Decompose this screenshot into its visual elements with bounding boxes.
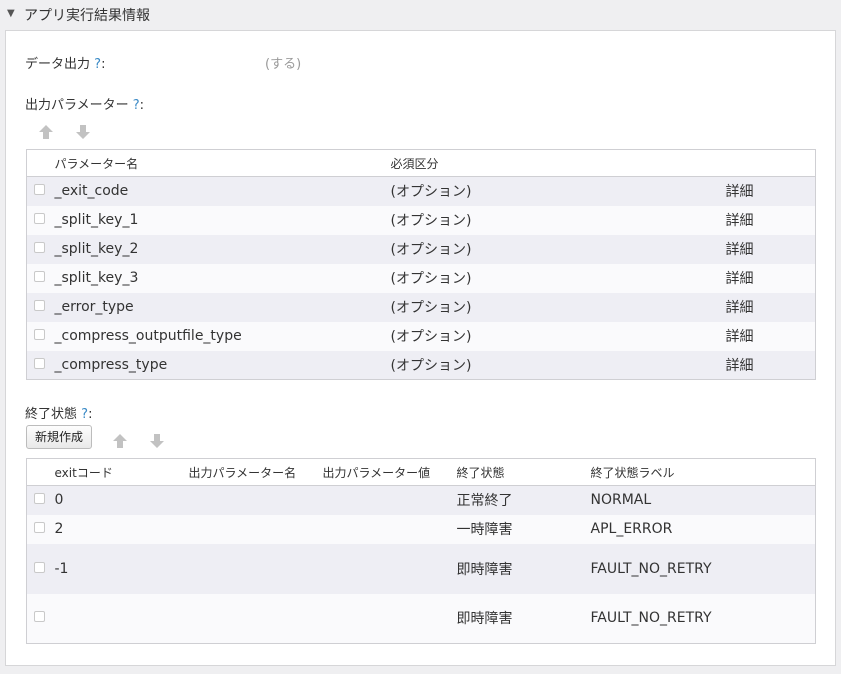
required-cell: (オプション) [390,263,726,293]
output-params-label-row: 出力パラメーター ?: [25,94,144,113]
required-cell: (オプション) [390,350,726,380]
exit-code-cell: -1 [54,543,189,594]
exit-status-label-column-header: 終了状態ラベル [590,458,816,486]
row-checkbox[interactable] [34,329,45,340]
output-params-label: 出力パラメーター [25,98,129,113]
output-param-name-cell [188,593,323,644]
row-checkbox[interactable] [34,300,45,311]
select-column-header [26,149,55,177]
table-row: _split_key_2 (オプション) 詳細 [26,234,816,264]
exit-status-column-header: 終了状態 [456,458,591,486]
new-create-button[interactable]: 新規作成 [26,425,93,449]
output-params-help-icon[interactable]: ? [133,98,140,113]
exit-status-cell: 正常終了 [456,485,591,515]
table-row: -1 即時障害 FAULT_NO_RETRY [26,543,816,594]
exit-status-header-row: exitコード 出力パラメーター名 出力パラメーター値 終了状態 終了状態ラベル [26,458,816,486]
required-cell: (オプション) [390,176,726,206]
exit-status-table: exitコード 出力パラメーター名 出力パラメーター値 終了状態 終了状態ラベル… [26,458,816,644]
exit-status-label-row: 終了状態 ?: [25,403,92,422]
detail-link[interactable]: 詳細 [725,205,816,235]
param-name-cell: _split_key_2 [54,234,391,264]
param-name-cell: _error_type [54,292,391,322]
table-row: 0 正常終了 NORMAL [26,485,816,515]
exit-status-label-cell: NORMAL [590,485,816,515]
table-row: _split_key_1 (オプション) 詳細 [26,205,816,235]
output-param-value-column-header: 出力パラメーター値 [322,458,457,486]
section-panel: データ出力 ?: (する) 出力パラメーター ?: パラメーター名 必須区分 _… [5,30,836,666]
table-row: _compress_type (オプション) 詳細 [26,350,816,380]
output-param-value-cell [322,543,457,594]
param-name-column-header: パラメーター名 [54,149,391,177]
exit-status-label-cell: FAULT_NO_RETRY [590,610,712,627]
row-checkbox[interactable] [34,493,45,505]
detail-link[interactable]: 詳細 [725,263,816,293]
move-down-icon[interactable] [149,433,165,449]
row-checkbox[interactable] [34,522,45,533]
move-up-icon[interactable] [112,433,128,449]
detail-column-header [725,149,816,177]
exit-status-cell: 一時障害 [456,514,591,544]
select-column-header [26,458,55,486]
output-param-name-cell [188,485,323,515]
output-param-name-column-header: 出力パラメーター名 [188,458,323,486]
exit-code-cell: 0 [54,485,189,515]
table-row: _split_key_3 (オプション) 詳細 [26,263,816,293]
param-name-cell: _compress_type [54,350,391,380]
param-name-cell: _compress_outputfile_type [54,321,391,351]
table-row: 2 一時障害 APL_ERROR [26,514,816,544]
output-param-value-cell [322,514,457,544]
detail-link[interactable]: 詳細 [725,321,816,351]
row-checkbox[interactable] [34,561,45,573]
output-param-name-cell [188,543,323,594]
required-cell: (オプション) [390,321,726,351]
row-checkbox[interactable] [34,184,45,196]
exit-code-cell: 2 [54,514,189,544]
row-checkbox[interactable] [34,242,45,253]
exit-status-label-wrap-cell: FAULT_NO_RETRY [590,593,816,644]
exit-status-cell: 即時障害 [456,593,591,644]
exit-code-column-header: exitコード [54,458,189,486]
required-cell: (オプション) [390,205,726,235]
collapse-triangle-icon[interactable]: ▼ [7,8,15,19]
exit-status-label-cell: FAULT_NO_RETRY [590,560,712,577]
row-checkbox[interactable] [34,213,45,224]
move-down-icon[interactable] [75,124,91,140]
exit-status-colon: : [88,407,93,422]
data-output-value: (する) [265,57,302,72]
output-params-colon: : [139,98,145,113]
required-cell: (オプション) [390,234,726,264]
output-params-header-row: パラメーター名 必須区分 [26,149,816,177]
table-row: _exit_code (オプション) 詳細 [26,176,816,206]
detail-link[interactable]: 詳細 [725,176,816,206]
output-param-name-cell [188,514,323,544]
row-checkbox[interactable] [34,357,45,369]
exit-status-label: 終了状態 [25,407,78,422]
detail-link[interactable]: 詳細 [725,350,816,380]
required-cell: (オプション) [390,292,726,322]
param-name-cell: _split_key_3 [54,263,391,293]
section-header[interactable]: ▼ アプリ実行結果情報 [0,0,841,30]
row-checkbox[interactable] [34,611,45,623]
detail-link[interactable]: 詳細 [725,234,816,264]
table-row: _compress_outputfile_type (オプション) 詳細 [26,321,816,351]
exit-status-cell: 即時障害 [456,543,591,594]
row-checkbox[interactable] [34,271,45,282]
data-output-colon: : [101,57,106,72]
param-name-cell: _split_key_1 [54,205,391,235]
table-row: 即時障害 FAULT_NO_RETRY [26,593,816,644]
output-param-value-cell [322,485,457,515]
detail-link[interactable]: 詳細 [725,292,816,322]
output-param-value-cell [322,593,457,644]
param-name-cell: _exit_code [54,176,391,206]
table-row: _error_type (オプション) 詳細 [26,292,816,322]
output-params-table: パラメーター名 必須区分 _exit_code (オプション) 詳細 _spli… [26,149,816,380]
exit-status-label-cell: APL_ERROR [590,514,816,544]
required-column-header: 必須区分 [390,149,726,177]
data-output-label-row: データ出力 ?: [25,53,105,72]
data-output-label: データ出力 [25,57,91,72]
exit-status-label-wrap-cell: FAULT_NO_RETRY [590,543,816,594]
exit-code-cell [54,593,189,644]
move-up-icon[interactable] [38,124,54,140]
section-title: アプリ実行結果情報 [24,8,150,24]
